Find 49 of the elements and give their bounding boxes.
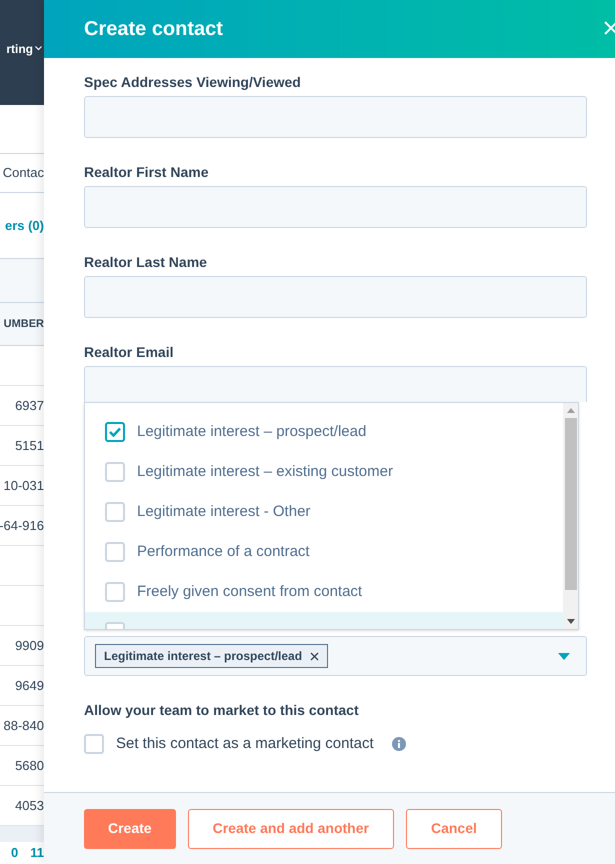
field-label: Spec Addresses Viewing/Viewed [84, 73, 302, 92]
table-cell-text: 6937 [15, 396, 44, 415]
checkbox[interactable] [105, 502, 125, 522]
selected-tag: Legitimate interest – prospect/lead [95, 644, 328, 668]
close-icon[interactable] [603, 20, 615, 36]
field-label: Realtor First Name [84, 163, 210, 182]
checkbox[interactable] [105, 542, 125, 562]
scroll-down-icon[interactable] [566, 619, 574, 624]
field-label: Realtor Email [84, 343, 174, 362]
horizontal-scrollbar[interactable] [0, 826, 44, 842]
page-link[interactable]: 11 [30, 843, 44, 863]
input-field[interactable] [84, 96, 587, 138]
scrollbar[interactable] [563, 403, 578, 629]
table-cell-text: 4053 [15, 796, 44, 815]
table-cell-text: 88-840 [4, 716, 44, 735]
checkbox-label: Set this contact as a marketing contact [116, 734, 374, 754]
table-cell-text: 10-031 [4, 476, 44, 495]
tab-label[interactable]: Contac [2, 163, 44, 183]
remove-icon[interactable] [310, 652, 320, 660]
dropdown-option[interactable]: Legitimate interest – prospect/lead [85, 412, 563, 452]
checkbox[interactable] [105, 582, 125, 602]
input-field[interactable] [84, 276, 587, 318]
dropdown-option[interactable]: Freely given consent from contact [85, 572, 563, 612]
table-cell-text: 5151 [15, 436, 44, 455]
input-field[interactable] [84, 366, 587, 402]
checkbox[interactable] [84, 734, 104, 754]
input-field[interactable] [84, 186, 587, 228]
table-cell-text: 5680 [15, 756, 44, 775]
dropdown-option[interactable]: Legitimate interest – existing customer [85, 452, 563, 492]
caret-icon [558, 652, 570, 660]
scroll-up-icon[interactable] [566, 408, 574, 413]
chevron-icon [35, 46, 42, 51]
select-field[interactable]: Legitimate interest – prospect/lead [84, 636, 587, 676]
checkmark-icon [109, 427, 121, 437]
checkbox[interactable] [105, 462, 125, 482]
nav-menu[interactable]: rting [6, 40, 42, 58]
table-cell-text: 9909 [15, 636, 44, 655]
page-link[interactable]: 0 [11, 843, 18, 863]
dropdown-option[interactable]: Performance of a contract [85, 532, 563, 572]
field-label: Realtor Last Name [84, 253, 208, 272]
panel-title: Create contact [84, 17, 223, 42]
filter-link[interactable]: ers (0) [4, 216, 44, 236]
table-cell-text: 9649 [15, 676, 44, 695]
dropdown-option[interactable]: Legitimate interest - Other [85, 492, 563, 532]
table-cell-text: -64-916 [0, 516, 44, 535]
section-heading: Allow your team to market to this contact [84, 701, 360, 720]
column-header: UMBER [4, 316, 44, 332]
info-icon[interactable] [392, 737, 406, 752]
checkbox[interactable] [105, 422, 125, 442]
